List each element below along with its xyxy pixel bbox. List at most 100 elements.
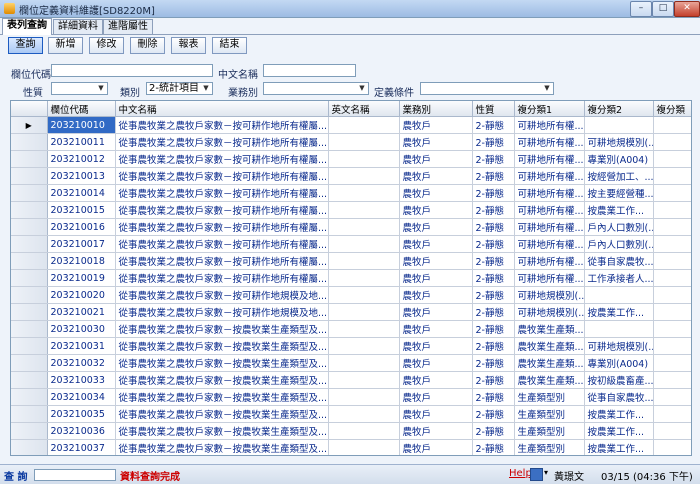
- row-selector[interactable]: [11, 150, 48, 168]
- cell-nature[interactable]: 2-靜態: [472, 286, 515, 304]
- data-grid[interactable]: 欄位代碼 中文名稱 英文名稱 業務別 性質 複分類1 複分類2 複分類 ▶ 203…: [10, 100, 692, 456]
- edit-button[interactable]: 修改: [89, 37, 124, 54]
- cell-class3[interactable]: [653, 422, 691, 440]
- cell-cname[interactable]: 從事農牧業之農牧戶家數－按農牧業生產類型及...: [115, 371, 329, 389]
- cell-cname[interactable]: 從事農牧業之農牧戶家數－按可耕作地所有權屬...: [115, 269, 329, 287]
- cell-cname[interactable]: 從事農牧業之農牧戶家數－按農牧業生產類型及...: [115, 405, 329, 423]
- table-row[interactable]: 203210033 從事農牧業之農牧戶家數－按農牧業生產類型及... 農牧戶 2-靜態…: [11, 371, 691, 389]
- cell-class2[interactable]: 戶內人口數別(...: [584, 218, 654, 236]
- row-selector[interactable]: [11, 388, 48, 406]
- cell-ename[interactable]: [328, 422, 400, 440]
- cell-class2[interactable]: 按農業工作...: [584, 201, 654, 219]
- table-row[interactable]: 203210011 從事農牧業之農牧戶家數－按可耕作地所有權屬... 農牧戶 2-靜態…: [11, 133, 691, 151]
- cell-class1[interactable]: 生產類型別: [514, 422, 585, 440]
- table-row[interactable]: 203210013 從事農牧業之農牧戶家數－按可耕作地所有權屬... 農牧戶 2-靜態…: [11, 167, 691, 185]
- cell-business[interactable]: 農牧戶: [399, 167, 473, 185]
- cell-class3[interactable]: [653, 167, 691, 185]
- cell-class3[interactable]: [653, 337, 691, 355]
- table-row[interactable]: 203210021 從事農牧業之農牧戶家數－按可耕作地規模及地... 農牧戶 2-靜態…: [11, 303, 691, 321]
- cell-ename[interactable]: [328, 116, 400, 134]
- cell-class1[interactable]: 可耕地所有權...: [514, 116, 585, 134]
- cell-nature[interactable]: 2-靜態: [472, 354, 515, 372]
- query-button[interactable]: 查詢: [8, 37, 43, 54]
- cell-nature[interactable]: 2-靜態: [472, 405, 515, 423]
- cell-cname[interactable]: 從事農牧業之農牧戶家數－按農牧業生產類型及...: [115, 388, 329, 406]
- cell-business[interactable]: 農牧戶: [399, 303, 473, 321]
- cell-nature[interactable]: 2-靜態: [472, 201, 515, 219]
- tab-list-query[interactable]: 表列查詢: [2, 18, 52, 35]
- column-header-code[interactable]: 欄位代碼: [47, 101, 116, 117]
- cell-business[interactable]: 農牧戶: [399, 388, 473, 406]
- row-selector[interactable]: [11, 133, 48, 151]
- cell-cname[interactable]: 從事農牧業之農牧戶家數－按可耕作地所有權屬...: [115, 201, 329, 219]
- cell-class1[interactable]: 可耕地所有權...: [514, 235, 585, 253]
- table-row[interactable]: 203210017 從事農牧業之農牧戶家數－按可耕作地所有權屬... 農牧戶 2-靜態…: [11, 235, 691, 253]
- column-header-class1[interactable]: 複分類1: [514, 101, 585, 117]
- cell-class1[interactable]: 可耕地所有權...: [514, 133, 585, 151]
- cell-code[interactable]: 203210021: [47, 303, 116, 321]
- cell-code[interactable]: 203210030: [47, 320, 116, 338]
- cell-class1[interactable]: 生產類型別: [514, 405, 585, 423]
- cell-class1[interactable]: 可耕地所有權...: [514, 218, 585, 236]
- cell-nature[interactable]: 2-靜態: [472, 252, 515, 270]
- row-selector[interactable]: [11, 286, 48, 304]
- cell-class2[interactable]: 按主要經營種...: [584, 184, 654, 202]
- cell-code[interactable]: 203210036: [47, 422, 116, 440]
- cell-code[interactable]: 203210037: [47, 439, 116, 455]
- cell-nature[interactable]: 2-靜態: [472, 116, 515, 134]
- table-row[interactable]: ▶ 203210010 從事農牧業之農牧戶家數－按可耕作地所有權屬... 農牧戶 2-靜…: [11, 116, 691, 134]
- cell-code[interactable]: 203210020: [47, 286, 116, 304]
- cell-cname[interactable]: 從事農牧業之農牧戶家數－按可耕作地規模及地...: [115, 286, 329, 304]
- cell-class2[interactable]: 按農業工作...: [584, 303, 654, 321]
- cell-class1[interactable]: 生產類型別: [514, 388, 585, 406]
- cell-class2[interactable]: 按農業工作...: [584, 439, 654, 455]
- cell-class2[interactable]: 按初級農畜產...: [584, 371, 654, 389]
- table-row[interactable]: 203210037 從事農牧業之農牧戶家數－按農牧業生產類型及... 農牧戶 2-靜態…: [11, 439, 691, 455]
- cell-ename[interactable]: [328, 269, 400, 287]
- cell-ename[interactable]: [328, 388, 400, 406]
- cell-class3[interactable]: [653, 388, 691, 406]
- cell-business[interactable]: 農牧戶: [399, 286, 473, 304]
- cell-cname[interactable]: 從事農牧業之農牧戶家數－按可耕作地所有權屬...: [115, 184, 329, 202]
- cell-nature[interactable]: 2-靜態: [472, 371, 515, 389]
- cell-ename[interactable]: [328, 235, 400, 253]
- cell-cname[interactable]: 從事農牧業之農牧戶家數－按農牧業生產類型及...: [115, 422, 329, 440]
- table-row[interactable]: 203210018 從事農牧業之農牧戶家數－按可耕作地所有權屬... 農牧戶 2-靜態…: [11, 252, 691, 270]
- cell-business[interactable]: 農牧戶: [399, 218, 473, 236]
- column-header-ename[interactable]: 英文名稱: [328, 101, 400, 117]
- row-selector[interactable]: [11, 439, 48, 455]
- cell-business[interactable]: 農牧戶: [399, 184, 473, 202]
- help-link[interactable]: Help: [509, 468, 532, 479]
- cell-cname[interactable]: 從事農牧業之農牧戶家數－按可耕作地所有權屬...: [115, 150, 329, 168]
- cell-cname[interactable]: 從事農牧業之農牧戶家數－按農牧業生產類型及...: [115, 354, 329, 372]
- cell-class1[interactable]: 可耕地所有權...: [514, 252, 585, 270]
- column-header-class2[interactable]: 複分類2: [584, 101, 654, 117]
- cell-ename[interactable]: [328, 371, 400, 389]
- table-row[interactable]: 203210012 從事農牧業之農牧戶家數－按可耕作地所有權屬... 農牧戶 2-靜態…: [11, 150, 691, 168]
- cell-ename[interactable]: [328, 252, 400, 270]
- condition-select[interactable]: ▼: [420, 82, 554, 95]
- row-selector[interactable]: [11, 218, 48, 236]
- cell-class3[interactable]: [653, 150, 691, 168]
- table-row[interactable]: 203210020 從事農牧業之農牧戶家數－按可耕作地規模及地... 農牧戶 2-靜態…: [11, 286, 691, 304]
- cell-ename[interactable]: [328, 201, 400, 219]
- cell-class2[interactable]: 工作承接者人...: [584, 269, 654, 287]
- cell-class1[interactable]: 可耕地所有權...: [514, 184, 585, 202]
- row-selector[interactable]: [11, 422, 48, 440]
- cell-cname[interactable]: 從事農牧業之農牧戶家數－按可耕作地所有權屬...: [115, 252, 329, 270]
- cell-code[interactable]: 203210018: [47, 252, 116, 270]
- current-row-arrow-icon[interactable]: ▶: [11, 116, 48, 134]
- cell-business[interactable]: 農牧戶: [399, 252, 473, 270]
- cell-class2[interactable]: [584, 286, 654, 304]
- cell-nature[interactable]: 2-靜態: [472, 337, 515, 355]
- cell-class1[interactable]: 農牧業生產類...: [514, 320, 585, 338]
- code-input[interactable]: [51, 64, 213, 77]
- cell-cname[interactable]: 從事農牧業之農牧戶家數－按可耕作地所有權屬...: [115, 167, 329, 185]
- cell-ename[interactable]: [328, 167, 400, 185]
- cell-class3[interactable]: [653, 218, 691, 236]
- cell-ename[interactable]: [328, 354, 400, 372]
- cell-class1[interactable]: 生產類型別: [514, 439, 585, 455]
- cell-class3[interactable]: [653, 286, 691, 304]
- cell-business[interactable]: 農牧戶: [399, 201, 473, 219]
- cell-business[interactable]: 農牧戶: [399, 354, 473, 372]
